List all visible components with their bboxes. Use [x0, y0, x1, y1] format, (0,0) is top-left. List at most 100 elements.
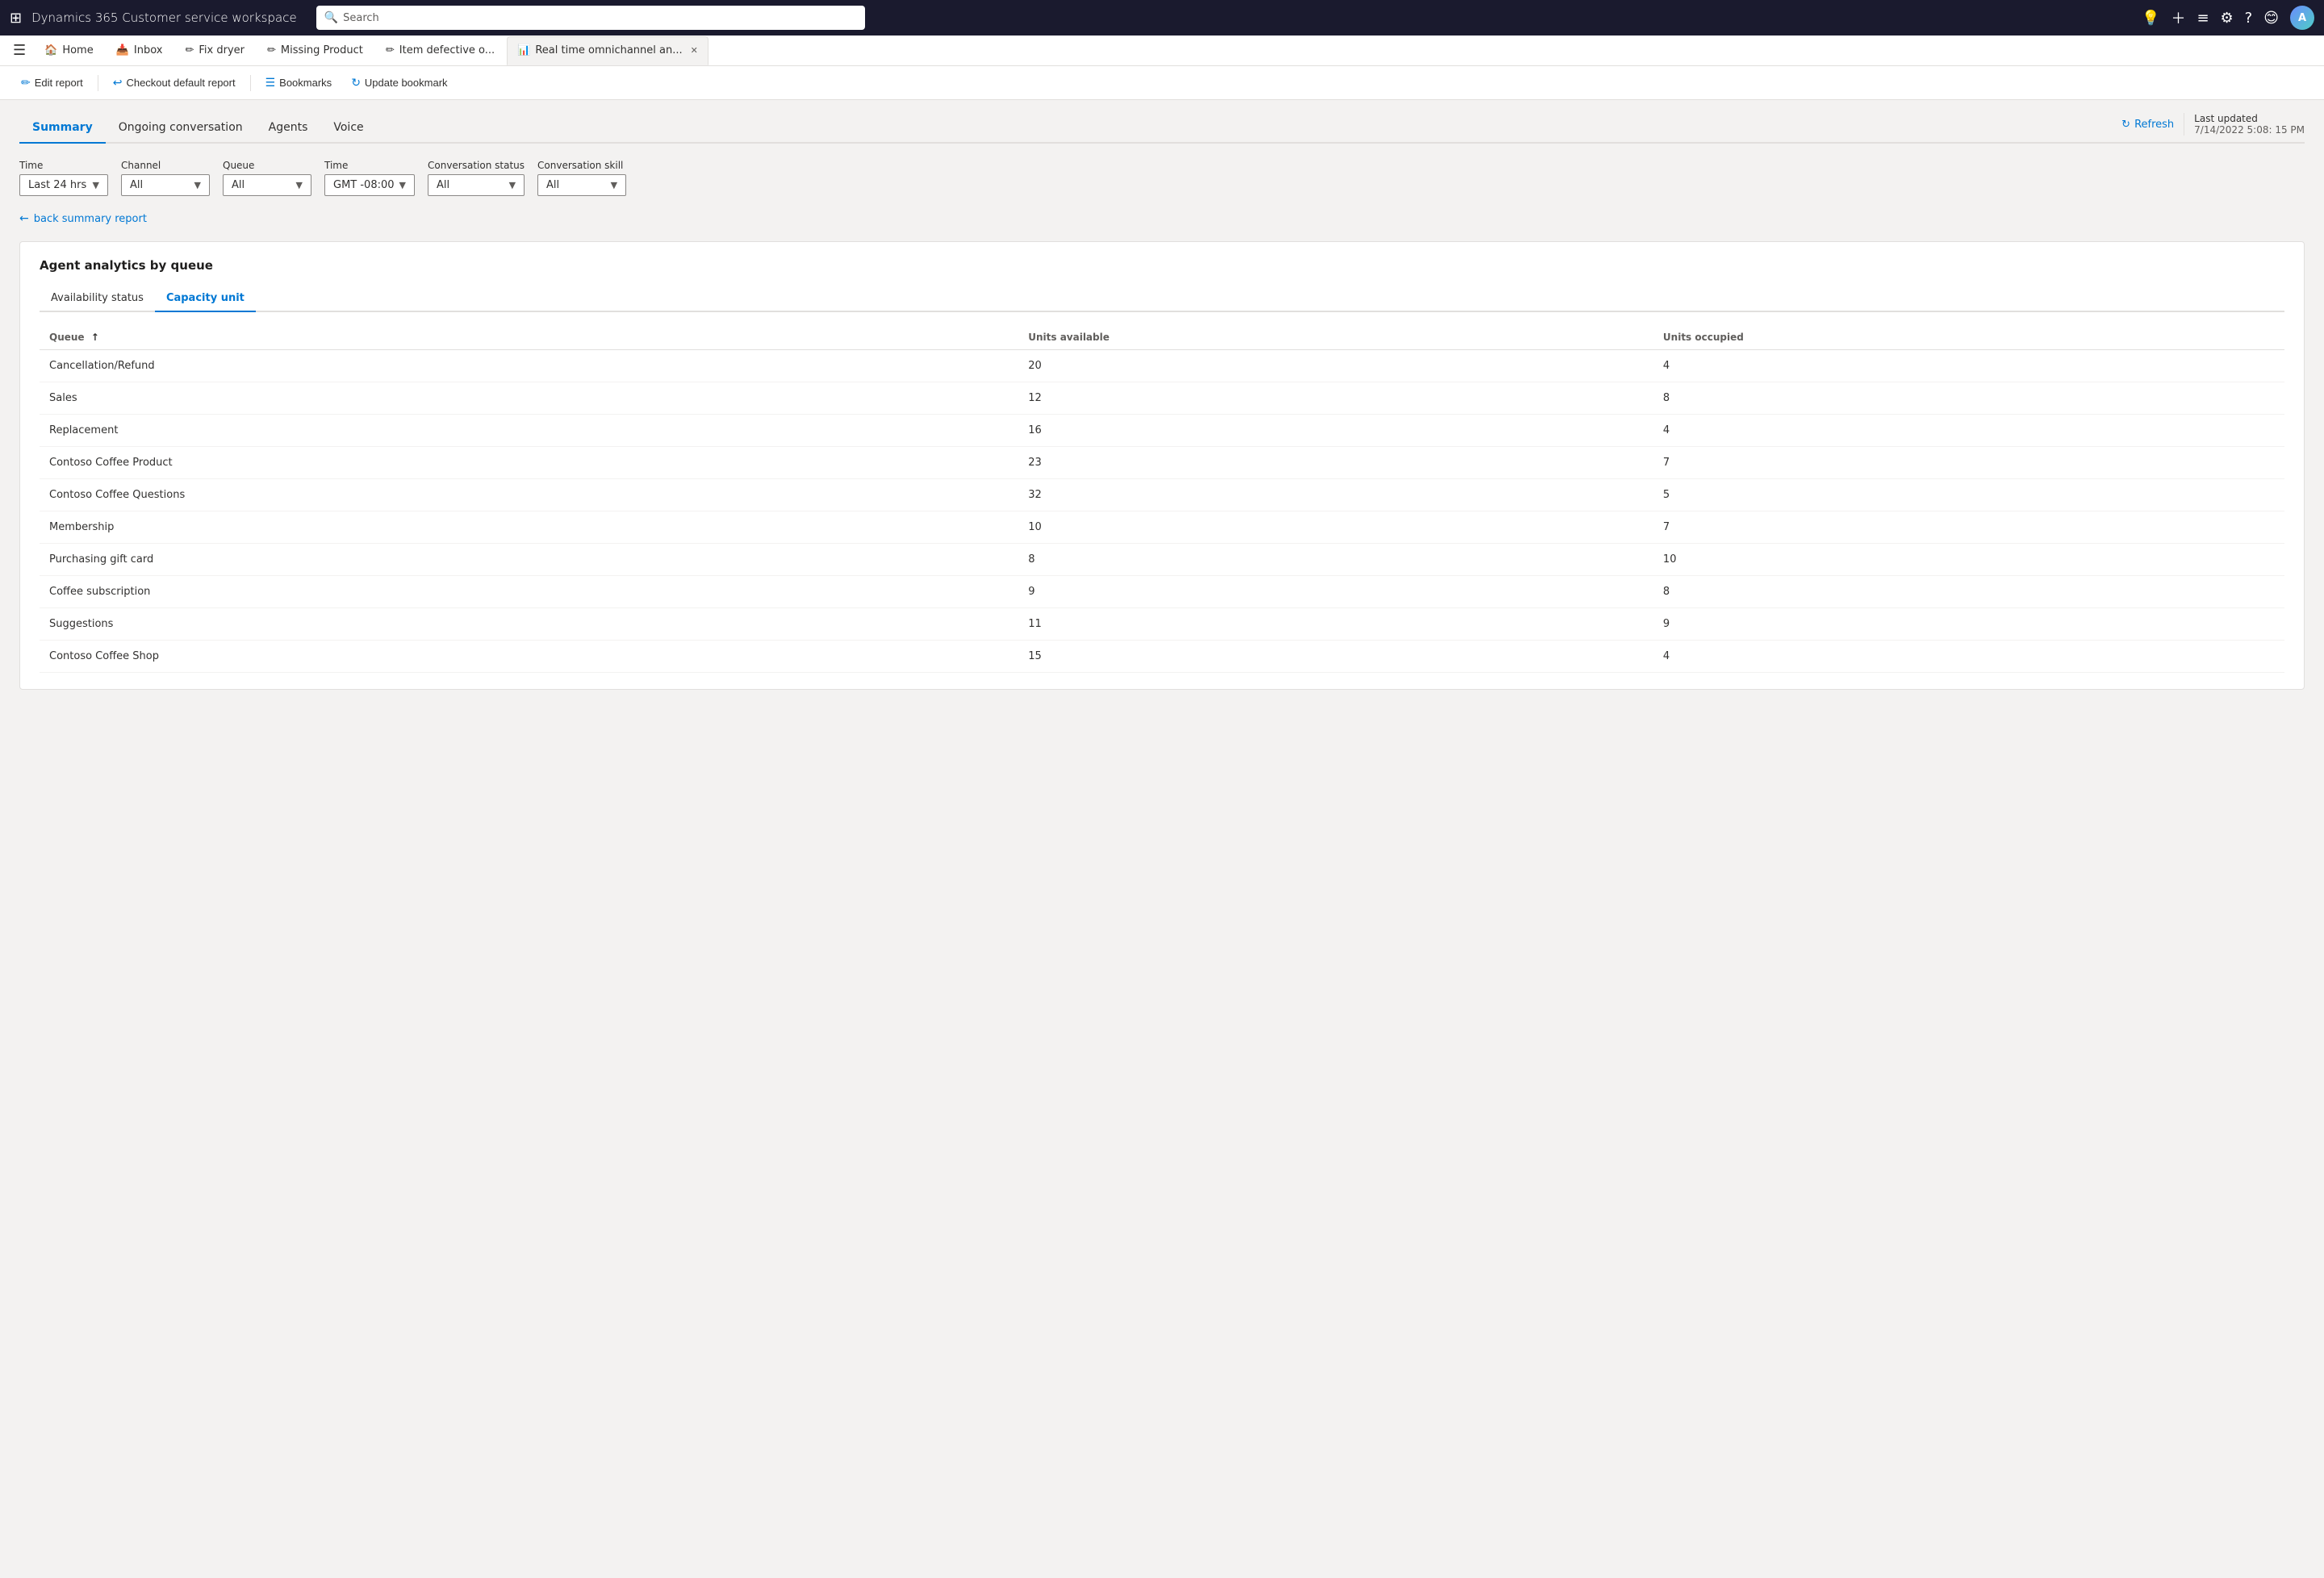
table-row: Replacement 16 4 — [40, 415, 2284, 447]
tab-inbox[interactable]: 📥 Inbox — [106, 36, 173, 65]
back-arrow-icon: ← — [19, 212, 29, 225]
cell-units-available-4: 32 — [1018, 479, 1653, 511]
menu-lines-icon[interactable]: ≡ — [2197, 10, 2209, 27]
cell-units-available-3: 23 — [1018, 447, 1653, 479]
update-bookmark-icon: ↻ — [351, 76, 361, 90]
edit-report-button[interactable]: ✏ Edit report — [13, 72, 91, 94]
hamburger-button[interactable]: ☰ — [6, 39, 32, 62]
cell-units-available-8: 11 — [1018, 608, 1653, 641]
home-icon: 🏠 — [44, 44, 57, 56]
filter-timezone-label: Time — [324, 160, 415, 171]
search-placeholder: Search — [343, 12, 379, 24]
filter-queue-chevron: ▼ — [296, 180, 303, 190]
filter-timezone-value: GMT -08:00 — [333, 179, 395, 191]
update-bookmark-label: Update bookmark — [365, 77, 448, 89]
col-units-available: Units available — [1018, 325, 1653, 350]
filter-channel-select[interactable]: All ▼ — [121, 174, 210, 196]
filter-conv-status-select[interactable]: All ▼ — [428, 174, 525, 196]
refresh-label: Refresh — [2134, 119, 2174, 131]
tab-item-defective-label: Item defective o... — [399, 44, 495, 56]
filter-timezone-select[interactable]: GMT -08:00 ▼ — [324, 174, 415, 196]
brand-sub: Customer service workspace — [118, 10, 296, 25]
help-icon[interactable]: ? — [2245, 10, 2253, 27]
cell-units-available-9: 15 — [1018, 641, 1653, 673]
bookmarks-button[interactable]: ☰ Bookmarks — [257, 72, 341, 94]
table-row: Contoso Coffee Product 23 7 — [40, 447, 2284, 479]
filter-time-label: Time — [19, 160, 108, 171]
table-row: Purchasing gift card 8 10 — [40, 544, 2284, 576]
filter-channel-value: All — [130, 179, 143, 191]
refresh-icon: ↻ — [2121, 119, 2130, 131]
filter-conv-status-chevron: ▼ — [509, 180, 516, 190]
back-label: back summary report — [34, 213, 147, 225]
col-queue[interactable]: Queue ↑ — [40, 325, 1018, 350]
toolbar-separator-2 — [250, 75, 251, 91]
tabs-bar: ☰ 🏠 Home 📥 Inbox ✏ Fix dryer ✏ Missing P… — [0, 35, 2324, 66]
report-tab-summary[interactable]: Summary — [19, 113, 106, 144]
agent-analytics-card: Agent analytics by queue Availability st… — [19, 241, 2305, 690]
cell-units-occupied-0: 4 — [1653, 350, 2284, 382]
settings-icon[interactable]: ⚙ — [2221, 10, 2234, 27]
filter-time-value: Last 24 hrs — [28, 179, 86, 191]
filter-conv-skill-chevron: ▼ — [611, 180, 617, 190]
last-updated-label: Last updated — [2194, 113, 2305, 124]
cell-units-occupied-9: 4 — [1653, 641, 2284, 673]
app-grid-icon[interactable]: ⊞ — [10, 10, 22, 27]
card-title: Agent analytics by queue — [40, 258, 2284, 273]
pencil-icon-3: ✏ — [386, 44, 395, 56]
search-bar[interactable]: 🔍 Search — [316, 6, 865, 30]
filter-conv-skill: Conversation skill All ▼ — [537, 160, 626, 196]
cell-units-occupied-2: 4 — [1653, 415, 2284, 447]
filter-channel-label: Channel — [121, 160, 210, 171]
back-summary-link[interactable]: ← back summary report — [19, 212, 2305, 225]
filter-channel: Channel All ▼ — [121, 160, 210, 196]
inner-tab-availability[interactable]: Availability status — [40, 286, 155, 312]
cell-queue-1: Sales — [40, 382, 1018, 415]
filter-queue: Queue All ▼ — [223, 160, 311, 196]
filter-conv-skill-select[interactable]: All ▼ — [537, 174, 626, 196]
refresh-button[interactable]: ↻ Refresh — [2121, 119, 2174, 131]
update-bookmark-button[interactable]: ↻ Update bookmark — [343, 72, 455, 94]
tab-real-time-close[interactable]: ✕ — [691, 45, 698, 56]
sort-icon: ↑ — [91, 332, 99, 343]
filter-queue-label: Queue — [223, 160, 311, 171]
tab-missing-product[interactable]: ✏ Missing Product — [257, 36, 374, 65]
notifications-icon[interactable]: 😊 — [2263, 10, 2279, 27]
report-tab-ongoing[interactable]: Ongoing conversation — [106, 113, 256, 144]
tab-home[interactable]: 🏠 Home — [34, 36, 104, 65]
inner-tabs: Availability status Capacity unit — [40, 286, 2284, 312]
cell-units-occupied-4: 5 — [1653, 479, 2284, 511]
report-tab-voice[interactable]: Voice — [320, 113, 376, 144]
inner-tab-capacity[interactable]: Capacity unit — [155, 286, 256, 312]
checkout-default-button[interactable]: ↩ Checkout default report — [105, 72, 244, 94]
filter-queue-value: All — [232, 179, 245, 191]
lightbulb-icon[interactable]: 💡 — [2142, 10, 2159, 27]
plus-icon[interactable]: ＋ — [2171, 7, 2185, 28]
tab-item-defective[interactable]: ✏ Item defective o... — [375, 36, 505, 65]
filter-time-select[interactable]: Last 24 hrs ▼ — [19, 174, 108, 196]
tab-real-time[interactable]: 📊 Real time omnichannel an... ✕ — [507, 36, 708, 65]
checkout-icon: ↩ — [113, 76, 123, 90]
report-tabs: Summary Ongoing conversation Agents Voic… — [19, 113, 2305, 144]
cell-units-occupied-7: 8 — [1653, 576, 2284, 608]
filter-time: Time Last 24 hrs ▼ — [19, 160, 108, 196]
filter-conv-status-value: All — [437, 179, 449, 191]
tab-fix-dryer[interactable]: ✏ Fix dryer — [174, 36, 255, 65]
cell-queue-3: Contoso Coffee Product — [40, 447, 1018, 479]
cell-units-available-0: 20 — [1018, 350, 1653, 382]
avatar[interactable]: A — [2290, 6, 2314, 30]
cell-queue-8: Suggestions — [40, 608, 1018, 641]
filter-conv-skill-value: All — [546, 179, 559, 191]
tab-fix-dryer-label: Fix dryer — [199, 44, 245, 56]
capacity-table: Queue ↑ Units available Units occupied C… — [40, 325, 2284, 673]
cell-queue-9: Contoso Coffee Shop — [40, 641, 1018, 673]
report-tab-agents[interactable]: Agents — [256, 113, 321, 144]
filter-channel-chevron: ▼ — [194, 180, 201, 190]
col-units-occupied: Units occupied — [1653, 325, 2284, 350]
table-row: Cancellation/Refund 20 4 — [40, 350, 2284, 382]
search-icon: 🔍 — [324, 11, 338, 24]
last-updated: Last updated 7/14/2022 5:08: 15 PM — [2184, 113, 2305, 136]
cell-units-available-7: 9 — [1018, 576, 1653, 608]
bookmarks-icon: ☰ — [265, 76, 276, 90]
filter-queue-select[interactable]: All ▼ — [223, 174, 311, 196]
